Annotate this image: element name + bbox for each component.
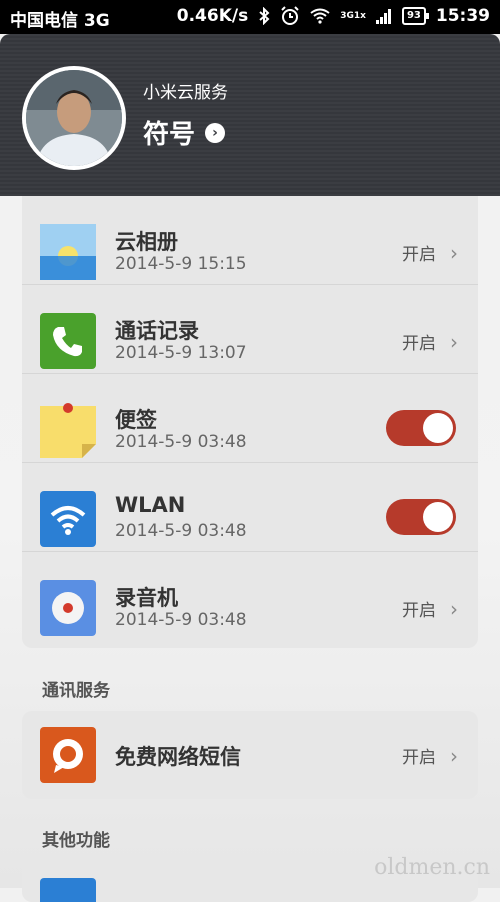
sync-card: 云相册 2014-5-9 15:15 开启 › 通话记录 2014-5-9 13… [22, 196, 478, 648]
enable-label: 开启 [402, 601, 436, 621]
toggle-knob [423, 502, 453, 532]
network-type-icon: 3G 1x [340, 10, 366, 21]
enable-link[interactable]: 开启 › [402, 743, 458, 769]
enable-link[interactable]: 开启 › [402, 329, 458, 355]
list-item[interactable]: 录音机 2014-5-9 03:48 开启 › [22, 552, 478, 640]
toggle-knob [423, 413, 453, 443]
bluetooth-icon [258, 7, 270, 25]
phone-icon [40, 313, 96, 369]
item-date: 2014-5-9 03:48 [115, 610, 247, 630]
user-name: 符号 [143, 120, 196, 150]
chevron-right-icon: › [450, 596, 458, 621]
list-item[interactable]: WLAN 2014-5-9 03:48 [22, 463, 478, 552]
item-date: 2014-5-9 03:48 [115, 521, 247, 541]
app-icon [40, 878, 96, 902]
sms-icon [40, 727, 96, 783]
notes-icon [40, 402, 96, 458]
enable-label: 开启 [402, 245, 436, 265]
service-title: 小米云服务 [143, 83, 228, 103]
enable-label: 开启 [402, 748, 436, 768]
enable-label: 开启 [402, 334, 436, 354]
list-item[interactable]: 便签 2014-5-9 03:48 [22, 374, 478, 463]
photo-album-icon [40, 224, 96, 280]
section-title-other: 其他功能 [42, 831, 110, 851]
network-bottom: 1x [353, 10, 366, 21]
wifi-icon [40, 491, 96, 547]
wifi-status-icon [310, 8, 330, 24]
item-title: WLAN [115, 493, 186, 517]
status-right: 0.46K/s 3G 1x 93 15:39 [177, 6, 490, 26]
item-title: 云相册 [115, 230, 178, 254]
signal-icon [375, 8, 392, 24]
chevron-right-icon: › [450, 743, 458, 768]
carrier-label: 中国电信 3G [10, 11, 110, 31]
battery-icon: 93 [401, 7, 429, 25]
account-header[interactable]: 小米云服务 符号 › [0, 34, 500, 196]
sync-toggle[interactable] [386, 410, 456, 446]
item-title: 便签 [115, 408, 157, 432]
item-date: 2014-5-9 13:07 [115, 343, 247, 363]
recorder-icon [40, 580, 96, 636]
network-top: 3G [340, 10, 354, 21]
section-title-comm: 通讯服务 [42, 681, 110, 701]
item-title: 录音机 [115, 586, 178, 610]
chevron-right-icon: › [205, 122, 226, 143]
alarm-icon [280, 6, 300, 26]
list-item[interactable]: 云相册 2014-5-9 15:15 开启 › [22, 196, 478, 285]
chevron-right-icon: › [450, 329, 458, 354]
item-date: 2014-5-9 03:48 [115, 432, 247, 452]
item-date: 2014-5-9 15:15 [115, 254, 247, 274]
clock: 15:39 [435, 6, 490, 26]
list-item[interactable]: 通话记录 2014-5-9 13:07 开启 › [22, 285, 478, 374]
network-speed: 0.46K/s [176, 6, 249, 26]
item-title: 免费网络短信 [115, 745, 241, 769]
comm-card: 免费网络短信 开启 › [22, 711, 478, 799]
chevron-right-icon: › [450, 240, 458, 265]
status-bar: 中国电信 3G 0.46K/s 3G 1x 93 15:39 [0, 0, 500, 34]
enable-link[interactable]: 开启 › [402, 596, 458, 622]
list-item[interactable]: 免费网络短信 开启 › [22, 711, 478, 799]
item-title: 通话记录 [115, 319, 199, 343]
user-name-link[interactable]: 符号 › [143, 114, 226, 151]
sync-toggle[interactable] [386, 499, 456, 535]
enable-link[interactable]: 开启 › [402, 240, 458, 266]
avatar[interactable] [22, 66, 126, 170]
watermark: oldmen.cn [374, 855, 490, 880]
